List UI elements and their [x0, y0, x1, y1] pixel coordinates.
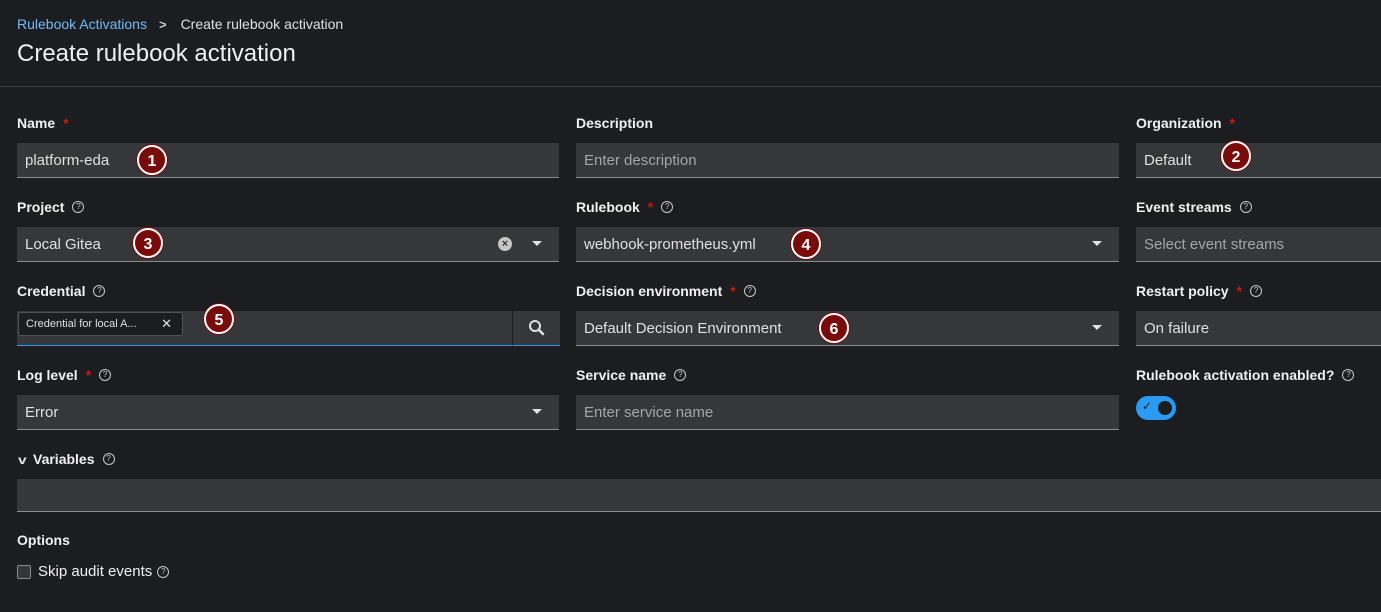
credential-search-button[interactable]: [512, 311, 560, 346]
rulebook-select[interactable]: webhook-prometheus.yml: [576, 227, 1119, 262]
restart-policy-select[interactable]: On failure: [1136, 311, 1381, 346]
required-marker: *: [1229, 115, 1236, 131]
decision-environment-label: Decision environment *?: [576, 283, 756, 299]
required-marker: *: [85, 367, 92, 383]
help-icon[interactable]: ?: [743, 285, 756, 297]
decision-environment-label-text: Decision environment: [576, 283, 723, 299]
help-icon[interactable]: ?: [1239, 201, 1252, 213]
skip-audit-label-text: Skip audit events: [38, 563, 153, 580]
rulebook-value: webhook-prometheus.yml: [584, 235, 756, 253]
chevron-right-icon: >: [158, 16, 167, 32]
check-icon: ✓: [1142, 399, 1153, 413]
clear-icon[interactable]: ×: [498, 237, 512, 251]
required-marker: *: [63, 115, 69, 131]
annotation-badge: 6: [819, 313, 849, 343]
log-level-value: Error: [25, 403, 59, 421]
help-icon[interactable]: ?: [661, 201, 674, 213]
enabled-toggle[interactable]: ✓: [1136, 396, 1176, 420]
options-label: Options: [17, 532, 70, 548]
skip-audit-checkbox[interactable]: [17, 565, 31, 579]
log-level-label-text: Log level: [17, 367, 78, 383]
project-label-text: Project: [17, 199, 65, 215]
description-input[interactable]: Enter description: [576, 143, 1119, 178]
annotation-badge: 4: [791, 229, 821, 259]
credential-label: Credential?: [17, 283, 106, 299]
log-level-label: Log level *?: [17, 367, 112, 383]
options-label-text: Options: [17, 532, 70, 548]
breadcrumb-current: Create rulebook activation: [180, 16, 344, 32]
service-name-label-text: Service name: [576, 367, 667, 383]
name-input[interactable]: platform-eda: [17, 143, 559, 178]
credential-chip: Credential for local A... ✕: [18, 312, 183, 336]
organization-value: Default: [1144, 151, 1192, 169]
help-icon[interactable]: ?: [1250, 285, 1263, 297]
help-icon[interactable]: ?: [72, 201, 85, 213]
service-name-placeholder: Enter service name: [584, 403, 714, 421]
skip-audit-label[interactable]: Skip audit events?: [38, 563, 170, 580]
credential-chip-label: Credential for local A...: [26, 318, 137, 330]
restart-policy-value: On failure: [1144, 319, 1210, 337]
caret-down-icon[interactable]: [1092, 241, 1102, 246]
rulebook-label-text: Rulebook: [576, 199, 640, 215]
search-icon: [529, 320, 545, 336]
required-marker: *: [1236, 283, 1243, 299]
caret-down-icon[interactable]: [532, 241, 542, 246]
event-streams-placeholder: Select event streams: [1144, 235, 1285, 253]
name-label: Name *: [17, 115, 69, 131]
restart-policy-label-text: Restart policy: [1136, 283, 1229, 299]
log-level-select[interactable]: Error: [17, 395, 559, 430]
event-streams-label-text: Event streams: [1136, 199, 1232, 215]
help-icon[interactable]: ?: [93, 285, 106, 297]
organization-label-text: Organization: [1136, 115, 1222, 131]
service-name-label: Service name?: [576, 367, 687, 383]
organization-select[interactable]: Default: [1136, 143, 1381, 178]
help-icon[interactable]: ?: [102, 453, 115, 465]
annotation-badge: 3: [133, 228, 163, 258]
help-icon[interactable]: ?: [157, 565, 170, 578]
decision-environment-value: Default Decision Environment: [584, 319, 782, 337]
required-marker: *: [730, 283, 736, 299]
page-header: Rulebook Activations > Create rulebook a…: [0, 0, 1381, 87]
required-marker: *: [647, 199, 654, 215]
description-label-text: Description: [576, 115, 654, 131]
annotation-badge: 2: [1221, 141, 1251, 171]
help-icon[interactable]: ?: [1342, 369, 1355, 381]
breadcrumb: Rulebook Activations > Create rulebook a…: [17, 16, 343, 32]
variables-editor[interactable]: [17, 479, 1381, 512]
organization-label: Organization *: [1136, 115, 1235, 131]
description-label: Description: [576, 115, 653, 131]
page-title: Create rulebook activation: [17, 40, 296, 67]
breadcrumb-link-rulebook-activations[interactable]: Rulebook Activations: [17, 16, 147, 32]
caret-down-icon[interactable]: [1092, 325, 1102, 330]
event-streams-select[interactable]: Select event streams: [1136, 227, 1381, 262]
project-select[interactable]: Local Gitea ×: [17, 227, 559, 262]
enabled-label-text: Rulebook activation enabled?: [1136, 367, 1335, 383]
annotation-badge: 1: [137, 145, 167, 175]
name-label-text: Name: [17, 115, 56, 131]
help-icon[interactable]: ?: [99, 369, 112, 381]
enabled-label: Rulebook activation enabled??: [1136, 367, 1355, 383]
rulebook-label: Rulebook *?: [576, 199, 674, 215]
close-icon[interactable]: ✕: [161, 316, 172, 332]
variables-label-text: Variables: [33, 451, 95, 467]
variables-label[interactable]: Variables?: [33, 451, 115, 467]
name-value: platform-eda: [25, 151, 110, 169]
chevron-down-icon[interactable]: v: [18, 453, 27, 467]
toggle-knob: [1158, 401, 1172, 415]
service-name-input[interactable]: Enter service name: [576, 395, 1119, 430]
project-label: Project?: [17, 199, 85, 215]
description-placeholder: Enter description: [584, 151, 697, 169]
project-value: Local Gitea: [25, 235, 101, 253]
annotation-badge: 5: [204, 304, 234, 334]
restart-policy-label: Restart policy *?: [1136, 283, 1263, 299]
credential-label-text: Credential: [17, 283, 86, 299]
help-icon[interactable]: ?: [674, 369, 687, 381]
event-streams-label: Event streams?: [1136, 199, 1252, 215]
caret-down-icon[interactable]: [532, 409, 542, 414]
